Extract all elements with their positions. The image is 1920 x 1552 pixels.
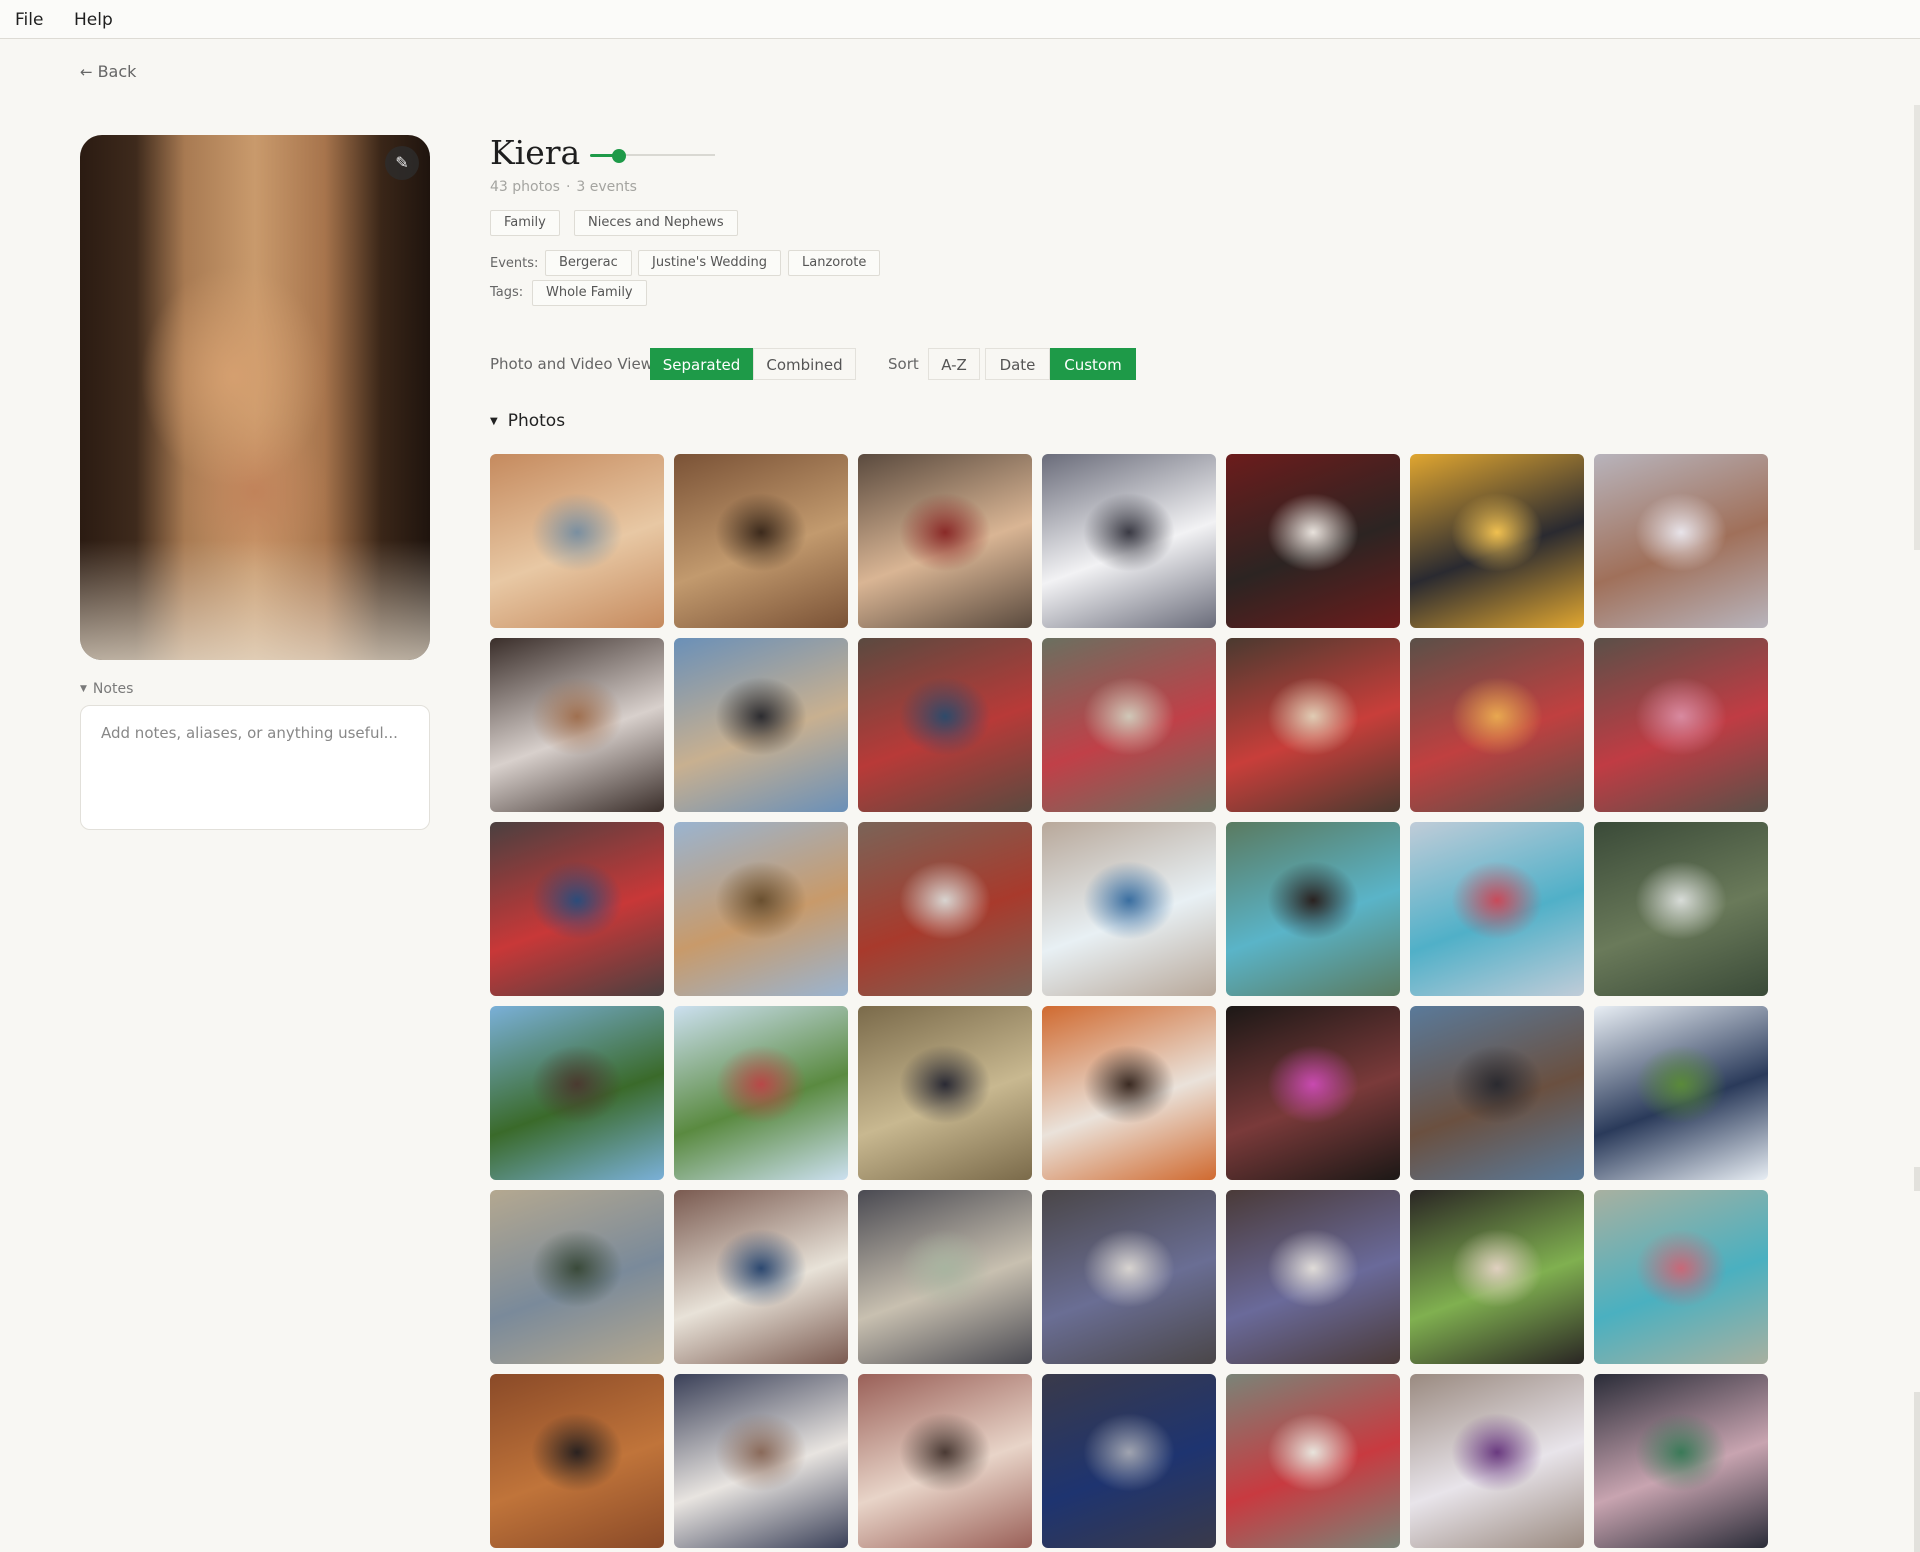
- photo-thumbnail[interactable]: [490, 1006, 664, 1180]
- scroll-marker: [1914, 1392, 1920, 1552]
- event-chip-bergerac[interactable]: Bergerac: [545, 250, 632, 276]
- caret-down-icon: ▼: [490, 416, 498, 427]
- notes-toggle[interactable]: ▼ Notes: [80, 681, 133, 697]
- events-label: Events:: [490, 256, 539, 271]
- view-combined-button[interactable]: Combined: [753, 348, 856, 380]
- photo-thumbnail[interactable]: [858, 822, 1032, 996]
- photo-thumbnail[interactable]: [1042, 1374, 1216, 1548]
- photo-thumbnail[interactable]: [858, 638, 1032, 812]
- photo-thumbnail[interactable]: [1226, 638, 1400, 812]
- photo-thumbnail[interactable]: [1042, 1190, 1216, 1364]
- person-meta: 43 photos · 3 events: [490, 179, 637, 195]
- notes-input[interactable]: [101, 724, 409, 811]
- photo-thumbnail[interactable]: [674, 1006, 848, 1180]
- scrollbar-track[interactable]: [1914, 105, 1920, 550]
- photo-thumbnail[interactable]: [490, 638, 664, 812]
- caret-down-icon: ▼: [80, 684, 87, 694]
- photo-thumbnail[interactable]: [1042, 1006, 1216, 1180]
- photo-thumbnail[interactable]: [674, 1374, 848, 1548]
- photo-thumbnail[interactable]: [1594, 1006, 1768, 1180]
- photo-thumbnail[interactable]: [1594, 822, 1768, 996]
- photo-thumbnail[interactable]: [1226, 1190, 1400, 1364]
- meta-separator: ·: [565, 179, 571, 195]
- photo-thumbnail[interactable]: [490, 454, 664, 628]
- photo-thumbnail[interactable]: [1594, 638, 1768, 812]
- view-label: Photo and Video View: [490, 355, 653, 373]
- photo-thumbnail[interactable]: [858, 1374, 1032, 1548]
- person-name[interactable]: Kiera: [490, 133, 580, 172]
- photo-thumbnail[interactable]: [1410, 1374, 1584, 1548]
- photo-thumbnail[interactable]: [1594, 1374, 1768, 1548]
- photo-thumbnail[interactable]: [1410, 1006, 1584, 1180]
- sort-date-button[interactable]: Date: [985, 348, 1050, 380]
- event-chip-justines-wedding[interactable]: Justine's Wedding: [638, 250, 781, 276]
- scroll-marker: [1914, 1167, 1920, 1191]
- menu-help[interactable]: Help: [74, 10, 113, 30]
- menu-bar: File Help: [0, 0, 1920, 39]
- photo-thumbnail[interactable]: [1226, 822, 1400, 996]
- event-count: 3 events: [576, 179, 637, 195]
- portrait-shade: [80, 540, 430, 660]
- photo-thumbnail[interactable]: [490, 1374, 664, 1548]
- photo-thumbnail[interactable]: [1410, 638, 1584, 812]
- edit-portrait-button[interactable]: ✎: [385, 146, 419, 180]
- photo-thumbnail[interactable]: [1410, 1190, 1584, 1364]
- notes-label: Notes: [92, 681, 134, 697]
- sort-az-button[interactable]: A-Z: [928, 348, 980, 380]
- photos-section-title: Photos: [507, 411, 566, 431]
- photo-thumbnail[interactable]: [1410, 454, 1584, 628]
- photo-thumbnail[interactable]: [674, 638, 848, 812]
- menu-file[interactable]: File: [15, 10, 43, 30]
- photo-thumbnail[interactable]: [1226, 1006, 1400, 1180]
- photos-section-toggle[interactable]: ▼ Photos: [490, 411, 565, 431]
- sort-label: Sort: [888, 355, 919, 373]
- back-button[interactable]: ← Back: [80, 62, 136, 81]
- back-label: Back: [97, 62, 137, 81]
- photo-thumbnail[interactable]: [490, 1190, 664, 1364]
- pencil-icon: ✎: [395, 153, 409, 172]
- person-portrait[interactable]: [80, 135, 430, 660]
- photo-thumbnail[interactable]: [1226, 1374, 1400, 1548]
- photo-thumbnail[interactable]: [858, 1190, 1032, 1364]
- photo-thumbnail[interactable]: [490, 822, 664, 996]
- view-separated-button[interactable]: Separated: [650, 348, 753, 380]
- tags-label: Tags:: [490, 285, 524, 300]
- photo-thumbnail[interactable]: [1594, 454, 1768, 628]
- photo-thumbnail[interactable]: [674, 822, 848, 996]
- photo-thumbnail[interactable]: [1042, 822, 1216, 996]
- notes-box: [80, 705, 430, 830]
- slider-knob[interactable]: [612, 149, 626, 163]
- photo-thumbnail[interactable]: [1042, 454, 1216, 628]
- photo-thumbnail[interactable]: [858, 1006, 1032, 1180]
- photo-thumbnail[interactable]: [1410, 822, 1584, 996]
- sort-custom-button[interactable]: Custom: [1050, 348, 1136, 380]
- group-chip-nieces-nephews[interactable]: Nieces and Nephews: [574, 210, 738, 236]
- photo-thumbnail[interactable]: [1226, 454, 1400, 628]
- photo-grid: [490, 454, 1768, 1548]
- face-size-slider[interactable]: [590, 146, 715, 164]
- photo-thumbnail[interactable]: [1042, 638, 1216, 812]
- photo-thumbnail[interactable]: [858, 454, 1032, 628]
- photo-thumbnail[interactable]: [1594, 1190, 1768, 1364]
- back-arrow-icon: ←: [80, 63, 93, 81]
- group-chip-family[interactable]: Family: [490, 210, 560, 236]
- slider-track: [618, 154, 715, 156]
- photo-thumbnail[interactable]: [674, 454, 848, 628]
- photo-thumbnail[interactable]: [674, 1190, 848, 1364]
- tag-chip-whole-family[interactable]: Whole Family: [532, 280, 647, 306]
- event-chip-lanzorote[interactable]: Lanzorote: [788, 250, 881, 276]
- photo-count: 43 photos: [490, 179, 560, 195]
